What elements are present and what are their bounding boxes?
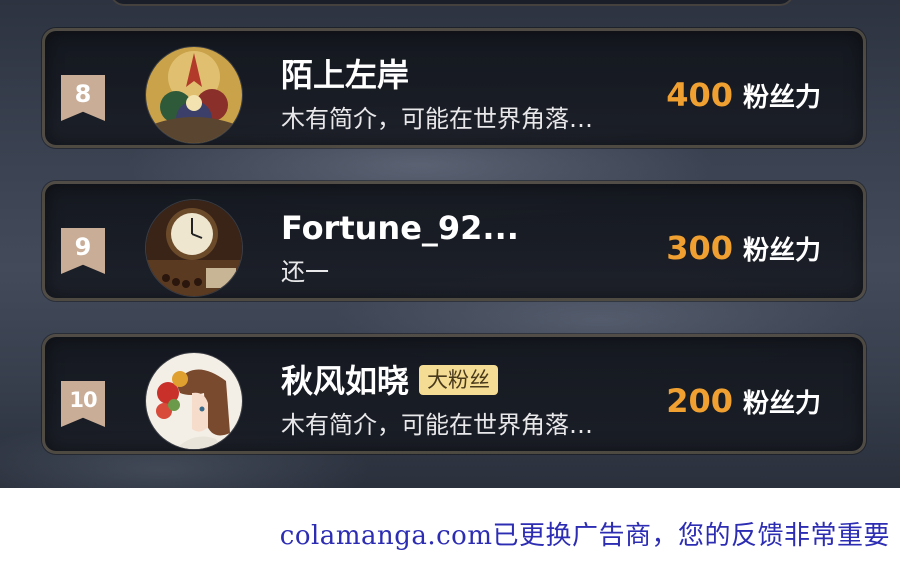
fan-power-value: 400 bbox=[666, 76, 733, 114]
fan-power-value: 300 bbox=[666, 229, 733, 267]
user-name[interactable]: 秋风如晓 大粉丝 bbox=[281, 361, 499, 401]
ranking-card[interactable]: 10 秋风如晓 大粉丝 木有简介，可能在世界角落… 200 粉丝力 bbox=[42, 334, 866, 454]
avatar[interactable] bbox=[145, 199, 243, 297]
user-name-text: 秋风如晓 bbox=[281, 362, 410, 400]
fan-power: 300 粉丝力 bbox=[666, 228, 821, 274]
anime-girl-icon bbox=[146, 353, 242, 449]
fan-power: 400 粉丝力 bbox=[666, 75, 821, 121]
ranking-card[interactable]: 9 Fortune_92... 还一 300 粉丝力 bbox=[42, 181, 866, 301]
fan-power-unit: 粉丝力 bbox=[742, 389, 821, 419]
user-name-text: 陌上左岸 bbox=[281, 56, 410, 94]
avatar-illustration-icon bbox=[146, 47, 242, 143]
avatar[interactable] bbox=[145, 46, 243, 144]
clock-photo-icon bbox=[146, 200, 242, 296]
user-bio: 还一 bbox=[281, 258, 329, 286]
user-bio: 木有简介，可能在世界角落… bbox=[281, 411, 593, 439]
fan-power: 200 粉丝力 bbox=[666, 381, 821, 427]
rank-ribbon: 8 bbox=[61, 75, 105, 121]
avatar[interactable] bbox=[145, 352, 243, 450]
previous-card-edge bbox=[110, 0, 794, 6]
user-name[interactable]: 陌上左岸 bbox=[281, 55, 409, 95]
fan-power-value: 200 bbox=[666, 382, 733, 420]
rank-ribbon: 10 bbox=[61, 381, 105, 427]
user-name[interactable]: Fortune_92... bbox=[281, 208, 519, 248]
big-fan-badge: 大粉丝 bbox=[419, 365, 499, 395]
rank-ribbon: 9 bbox=[61, 228, 105, 274]
user-name-text: Fortune_92... bbox=[281, 209, 519, 247]
fan-power-unit: 粉丝力 bbox=[742, 236, 821, 266]
user-bio: 木有简介，可能在世界角落… bbox=[281, 105, 593, 133]
site-notice-bar: colamanga.com已更换广告商，您的反馈非常重要 bbox=[0, 488, 900, 582]
ranking-card[interactable]: 8 陌上左岸 木有简介，可能在世界角落… 400 粉丝力 bbox=[42, 28, 866, 148]
fan-ranking-panel: 8 陌上左岸 木有简介，可能在世界角落… 400 粉丝力 9 Fortune_9… bbox=[0, 0, 900, 488]
ad-notice-text[interactable]: colamanga.com已更换广告商，您的反馈非常重要 bbox=[280, 515, 890, 552]
fan-power-unit: 粉丝力 bbox=[742, 83, 821, 113]
